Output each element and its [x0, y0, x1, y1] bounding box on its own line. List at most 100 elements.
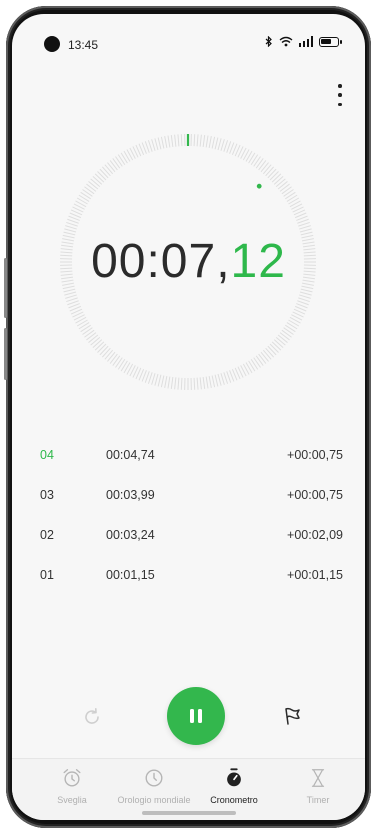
dial-tick — [202, 376, 206, 389]
dial-tick — [90, 336, 101, 346]
dial-tick — [174, 134, 177, 147]
dial-tick — [104, 164, 114, 175]
dial-tick — [299, 291, 312, 296]
dial-tick — [285, 191, 296, 200]
dial-tick — [92, 339, 103, 349]
dial-tick — [250, 359, 259, 370]
dial-tick — [199, 134, 202, 147]
dial-tick — [279, 183, 290, 192]
lap-row: 04 00:04,74 +00:00,75 — [12, 438, 365, 478]
dial-tick — [208, 375, 212, 388]
dial-tick — [283, 189, 294, 197]
dial-tick — [285, 324, 296, 333]
dial-tick — [262, 164, 272, 175]
dial-tick — [275, 336, 286, 346]
screen: 13:45 00:07,12 04 00:04,74 +00:00,75 03 … — [12, 14, 365, 820]
power-button — [4, 328, 7, 380]
lap-time: 00:03,24 — [106, 528, 155, 542]
dial-tick — [220, 373, 225, 385]
lap-number: 04 — [40, 448, 54, 462]
lap-row: 01 00:01,15 +00:01,15 — [12, 558, 365, 598]
dial-tick — [65, 294, 77, 299]
dial-tick — [117, 154, 126, 165]
dial-tick — [167, 376, 171, 389]
lap-time: 00:04,74 — [106, 448, 155, 462]
dial-tick — [298, 221, 310, 227]
dial-tick — [271, 341, 282, 351]
dial-tick — [279, 332, 290, 341]
dial-tick — [196, 134, 199, 147]
tab-label: Timer — [306, 795, 330, 805]
bottom-tab-bar: Sveglia Orologio mondiale Cronometro Tim… — [12, 758, 365, 820]
dial-tick — [160, 136, 165, 149]
dial-tick — [88, 334, 99, 343]
dial-tick — [255, 355, 264, 366]
dial-tick — [107, 162, 116, 173]
more-options-button[interactable] — [335, 84, 345, 106]
dial-tick — [154, 373, 159, 386]
lap-difference: +00:00,75 — [287, 488, 343, 502]
dial-tick — [92, 175, 103, 185]
dial-tick — [115, 357, 123, 368]
lap-difference: +00:00,75 — [287, 448, 343, 462]
world-clock-icon — [145, 769, 163, 787]
dial-tick — [66, 221, 78, 227]
dial-tick — [180, 377, 183, 390]
dial-tick — [277, 181, 288, 190]
dial-tick — [277, 334, 288, 343]
dial-tick — [271, 173, 282, 183]
stopwatch-readout: 00:07,12 — [12, 234, 365, 289]
dial-tick — [170, 135, 174, 148]
reset-icon[interactable] — [80, 705, 104, 729]
dial-tick — [104, 349, 114, 360]
dial-tick — [64, 228, 77, 233]
lap-row: 02 00:03,24 +00:02,09 — [12, 518, 365, 558]
tab-label: Orologio mondiale — [117, 795, 191, 805]
dial-tick — [117, 359, 126, 370]
dial-tick — [154, 138, 159, 151]
dial-tick — [273, 175, 284, 185]
stopwatch-controls — [12, 687, 365, 747]
tab-label: Sveglia — [57, 795, 87, 805]
tab-sveglia[interactable]: Sveglia — [27, 767, 117, 805]
status-bar: 13:45 — [12, 14, 365, 54]
more-vert-icon-dot — [338, 102, 342, 106]
dial-tick — [269, 343, 279, 353]
dial-tick — [223, 140, 229, 152]
dial-tick — [250, 154, 259, 165]
lap-number: 01 — [40, 568, 54, 582]
pause-button[interactable] — [167, 687, 225, 745]
dial-tick — [99, 345, 109, 356]
lap-row: 03 00:03,99 +00:00,75 — [12, 478, 365, 518]
dial-tick — [283, 327, 294, 335]
dial-tick — [214, 374, 219, 387]
dial-tick — [147, 372, 153, 384]
dial-tick — [82, 327, 93, 335]
dial-tick — [86, 332, 97, 341]
dial-tick — [298, 297, 310, 303]
dial-tick — [94, 341, 105, 351]
dial-tick — [65, 225, 77, 230]
dial-tick — [109, 353, 118, 364]
flag-icon[interactable] — [281, 705, 305, 729]
dial-tick — [160, 375, 165, 388]
dial-tick — [300, 288, 313, 293]
dial-tick — [258, 353, 267, 364]
hourglass-icon — [311, 769, 325, 787]
dial-tick — [97, 343, 107, 353]
dial-tick — [157, 137, 162, 150]
lap-time: 00:03,99 — [106, 488, 155, 502]
tab-cronometro[interactable]: Cronometro — [189, 767, 279, 805]
dial-tick — [174, 377, 177, 390]
dial-tick — [112, 355, 121, 366]
tab-timer[interactable]: Timer — [273, 767, 363, 805]
tab-orologio-mondiale[interactable]: Orologio mondiale — [109, 767, 199, 805]
lap-difference: +00:01,15 — [287, 568, 343, 582]
dial-tick — [269, 171, 279, 181]
more-vert-icon-dot — [338, 84, 342, 88]
dial-tick — [253, 357, 261, 368]
elapsed-hundredths: 12 — [230, 235, 286, 288]
lap-number: 03 — [40, 488, 54, 502]
dial-tick — [109, 160, 118, 171]
alarm-clock-icon — [63, 769, 81, 787]
